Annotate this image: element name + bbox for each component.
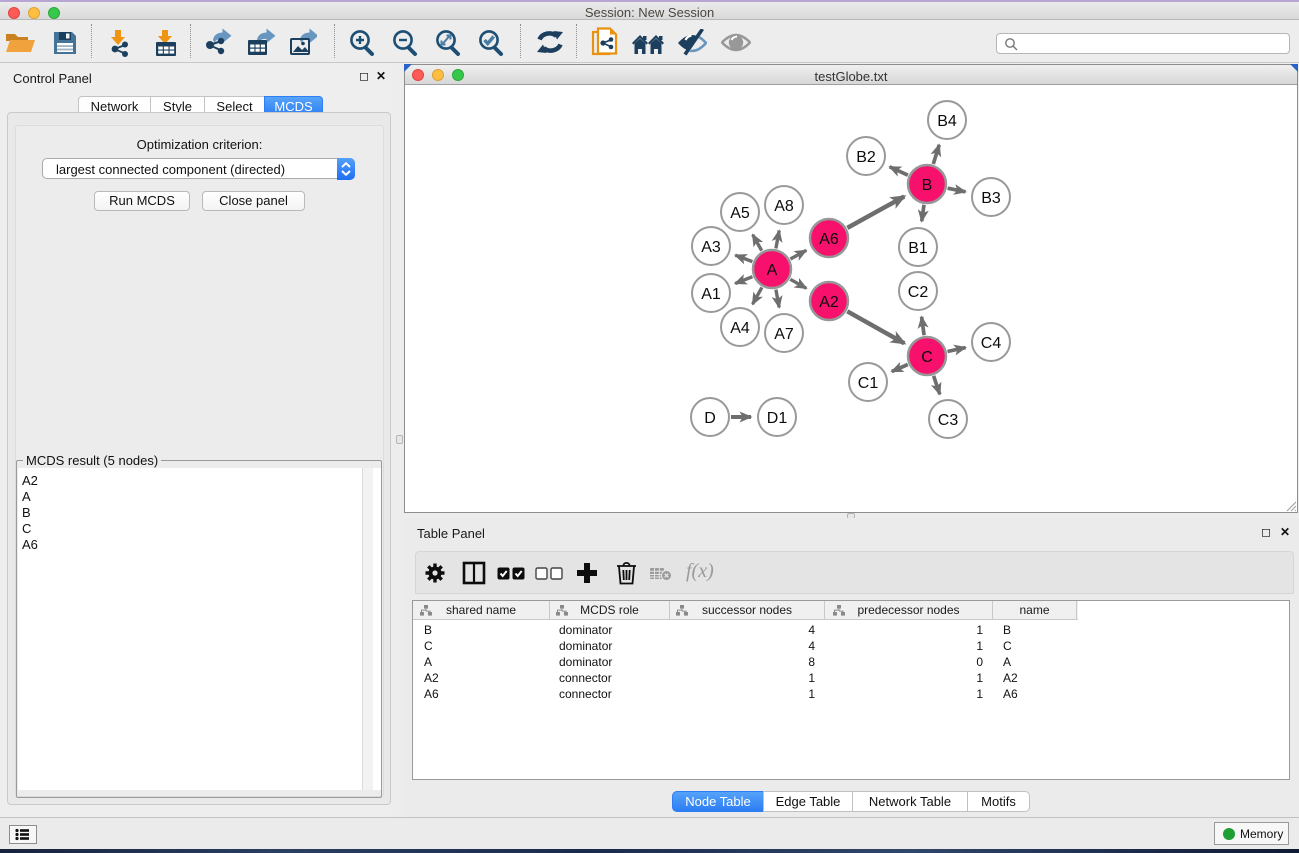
svg-text:C2: C2	[908, 284, 929, 301]
svg-text:B: B	[922, 177, 933, 194]
svg-text:C3: C3	[938, 412, 959, 429]
svg-text:A4: A4	[730, 320, 750, 337]
svg-text:A6: A6	[819, 231, 839, 248]
svg-text:A: A	[767, 262, 778, 279]
svg-text:A3: A3	[701, 239, 721, 256]
svg-text:A2: A2	[819, 294, 839, 311]
svg-text:D1: D1	[767, 410, 788, 427]
svg-text:D: D	[704, 410, 716, 427]
svg-text:B2: B2	[856, 149, 876, 166]
svg-text:A5: A5	[730, 205, 750, 222]
svg-text:B1: B1	[908, 240, 928, 257]
svg-text:A1: A1	[701, 286, 721, 303]
svg-text:C: C	[921, 349, 933, 366]
svg-text:A7: A7	[774, 326, 794, 343]
svg-text:C1: C1	[858, 375, 879, 392]
svg-text:B4: B4	[937, 113, 957, 130]
svg-text:B3: B3	[981, 190, 1001, 207]
svg-text:C4: C4	[981, 335, 1002, 352]
svg-text:A8: A8	[774, 198, 794, 215]
